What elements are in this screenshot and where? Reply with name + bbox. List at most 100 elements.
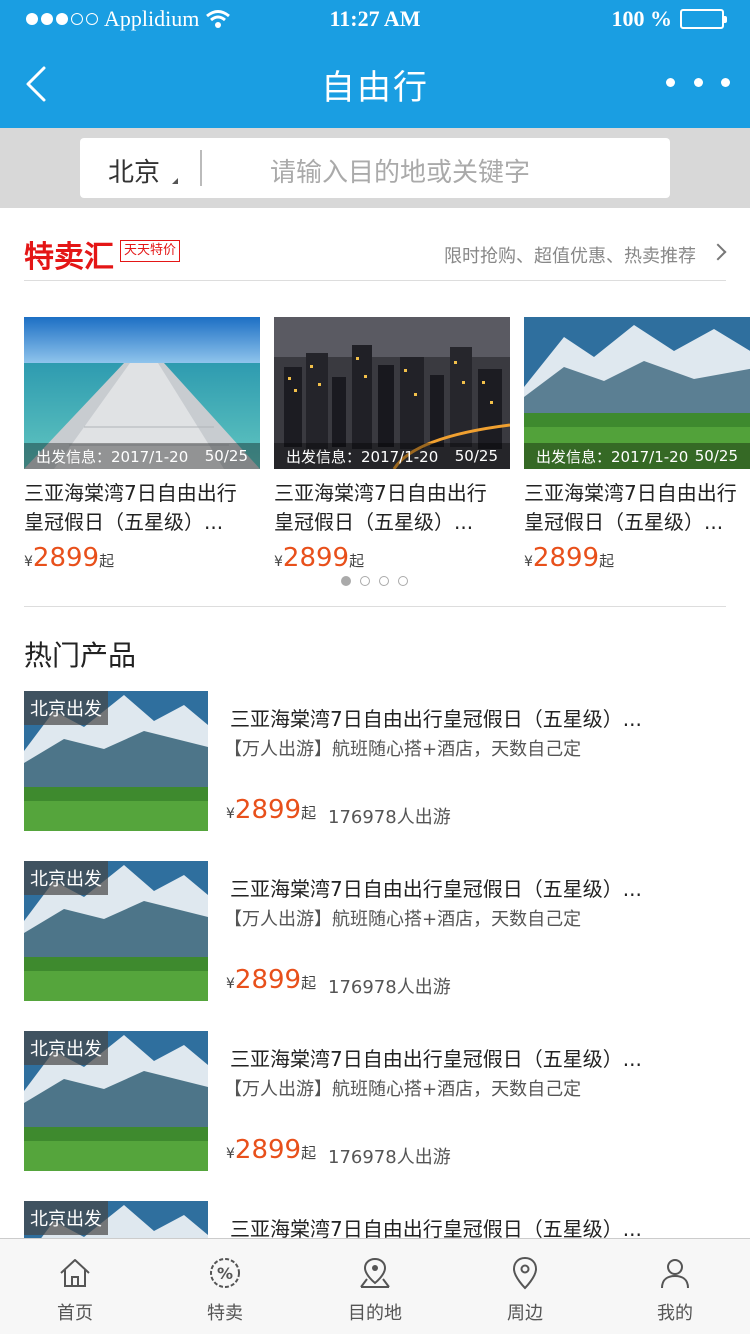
product-image: 北京出发 (24, 861, 208, 1001)
price-value: 2899 (32, 543, 100, 573)
product-image: 北京出发 (24, 691, 208, 831)
product-item[interactable]: 北京出发 三亚海棠湾7日自由出行皇冠假日（五星级）... 【万人出游】航班随心搭… (24, 1031, 726, 1171)
pager-dot[interactable] (398, 576, 408, 586)
navbar: 自由行 (0, 40, 750, 128)
stock-count: 50/25 (454, 447, 498, 465)
price-value: 2899 (234, 795, 302, 825)
pager-dot[interactable] (379, 576, 389, 586)
price-suffix: 起 (301, 1144, 317, 1162)
price-suffix: 起 (301, 804, 317, 822)
departure-info: 出发信息：2017/1-20 (536, 447, 689, 466)
product-item[interactable]: 北京出发 三亚海棠湾7日自由出行皇冠假日（五星级）... 【万人出游】航班随心搭… (24, 861, 726, 1001)
product-desc: 【万人出游】航班随心搭+酒店，天数自己定 (224, 739, 582, 760)
sale-card-info: 出发信息：2017/1-20 50/25 (524, 443, 750, 469)
stock-count: 50/25 (694, 447, 738, 465)
product-price: ¥ 2899 起 (226, 965, 316, 995)
sale-card-price: ¥ 2899 起 (524, 543, 750, 573)
sale-card-title: 皇冠假日（五星级）... (274, 510, 474, 534)
sale-card[interactable]: 出发信息：2017/1-20 50/25 三亚海棠湾7日自由出行 皇冠假日（五星… (24, 317, 260, 573)
price-value: 2899 (532, 543, 600, 573)
tab-profile[interactable]: 我的 (600, 1239, 750, 1334)
chevron-right-icon[interactable] (709, 243, 727, 261)
currency: ¥ (226, 806, 235, 822)
sale-card[interactable]: 出发信息：2017/1-20 50/25 三亚海棠湾7日自由出行 皇冠假日（五星… (524, 317, 750, 573)
divider (24, 280, 726, 281)
price-value: 2899 (234, 1135, 302, 1165)
divider (24, 606, 726, 607)
caret-icon (172, 178, 178, 184)
status-bar: Applidium 11:27 AM 100 % (0, 0, 750, 40)
departure-tag: 北京出发 (24, 861, 108, 895)
sale-card-title: 三亚海棠湾7日自由出行 (524, 481, 737, 505)
battery-label: 100 % (611, 6, 673, 31)
price-suffix: 起 (301, 974, 317, 992)
product-title: 三亚海棠湾7日自由出行皇冠假日（五星级）... (230, 1047, 642, 1071)
page-title: 自由行 (321, 68, 429, 108)
sale-header[interactable]: 特卖汇 天天特价 限时抢购、超值优惠、热卖推荐 (24, 232, 727, 280)
sale-card-image: 出发信息：2017/1-20 50/25 (24, 317, 260, 469)
tab-label: 我的 (657, 1303, 693, 1324)
discount-icon: % (210, 1258, 240, 1288)
sale-subtitle: 限时抢购、超值优惠、热卖推荐 (444, 246, 696, 267)
price-value: 2899 (282, 543, 350, 573)
pager-dot[interactable] (360, 576, 370, 586)
sale-card-price: ¥ 2899 起 (274, 543, 510, 573)
pager-dot[interactable] (341, 576, 351, 586)
location-icon (512, 1256, 538, 1290)
currency: ¥ (24, 554, 33, 570)
user-icon (661, 1259, 689, 1289)
product-price: ¥ 2899 起 (226, 795, 316, 825)
product-image: 北京出发 (24, 1031, 208, 1171)
stock-count: 50/25 (204, 447, 248, 465)
price-value: 2899 (234, 965, 302, 995)
product-desc: 【万人出游】航班随心搭+酒店，天数自己定 (224, 1079, 582, 1100)
traveler-count: 176978人出游 (328, 977, 451, 998)
sale-card-title: 三亚海棠湾7日自由出行 (24, 481, 237, 505)
currency: ¥ (226, 976, 235, 992)
currency: ¥ (226, 1146, 235, 1162)
sale-card-title: 三亚海棠湾7日自由出行 (274, 481, 487, 505)
currency: ¥ (524, 554, 533, 570)
sale-card-title: 皇冠假日（五星级）... (24, 510, 224, 534)
sale-badge: 天天特价 (120, 240, 181, 262)
departure-tag: 北京出发 (24, 1201, 108, 1235)
departure-tag: 北京出发 (24, 1031, 108, 1065)
price-suffix: 起 (349, 552, 365, 570)
sale-title: 特卖汇 (24, 240, 114, 275)
sale-card-price: ¥ 2899 起 (24, 543, 260, 573)
tab-label: 特卖 (207, 1303, 243, 1324)
tab-home[interactable]: 首页 (0, 1239, 150, 1334)
tab-bar: 首页 % 特卖 目的地 周边 我的 (0, 1238, 750, 1334)
map-pin-icon (360, 1257, 390, 1288)
tab-discount[interactable]: % 特卖 (150, 1239, 300, 1334)
tab-nearby[interactable]: 周边 (450, 1239, 600, 1334)
currency: ¥ (274, 554, 283, 570)
price-suffix: 起 (599, 552, 615, 570)
sale-card-title: 皇冠假日（五星级）... (524, 510, 724, 534)
carousel-pager[interactable] (341, 576, 408, 586)
header: Applidium 11:27 AM 100 % 自由行 (0, 0, 750, 128)
sale-card[interactable]: 出发信息：2017/1-20 50/25 三亚海棠湾7日自由出行 皇冠假日（五星… (274, 317, 510, 573)
product-price: ¥ 2899 起 (226, 1135, 316, 1165)
search-box[interactable]: 北京 请输入目的地或关键字 (80, 138, 670, 198)
sale-card-image: 出发信息：2017/1-20 50/25 (524, 317, 750, 469)
price-suffix: 起 (99, 552, 115, 570)
search-input[interactable]: 请输入目的地或关键字 (270, 152, 530, 189)
city-selector[interactable]: 北京 (108, 152, 160, 189)
departure-info: 出发信息：2017/1-20 (286, 447, 439, 466)
battery-icon (680, 9, 727, 29)
sale-card-info: 出发信息：2017/1-20 50/25 (24, 443, 260, 469)
svg-text:%: % (217, 1264, 233, 1283)
departure-tag: 北京出发 (24, 691, 108, 725)
traveler-count: 176978人出游 (328, 807, 451, 828)
tab-destination[interactable]: 目的地 (300, 1239, 450, 1334)
tab-label: 首页 (57, 1303, 93, 1324)
traveler-count: 176978人出游 (328, 1147, 451, 1168)
search-divider (200, 150, 202, 186)
more-icon[interactable] (666, 72, 730, 92)
departure-info: 出发信息：2017/1-20 (36, 447, 189, 466)
product-item[interactable]: 北京出发 三亚海棠湾7日自由出行皇冠假日（五星级）... 【万人出游】航班随心搭… (24, 691, 726, 831)
tab-label: 周边 (507, 1303, 543, 1324)
sale-card-image: 出发信息：2017/1-20 50/25 (274, 317, 510, 469)
product-title: 三亚海棠湾7日自由出行皇冠假日（五星级）... (230, 877, 642, 901)
